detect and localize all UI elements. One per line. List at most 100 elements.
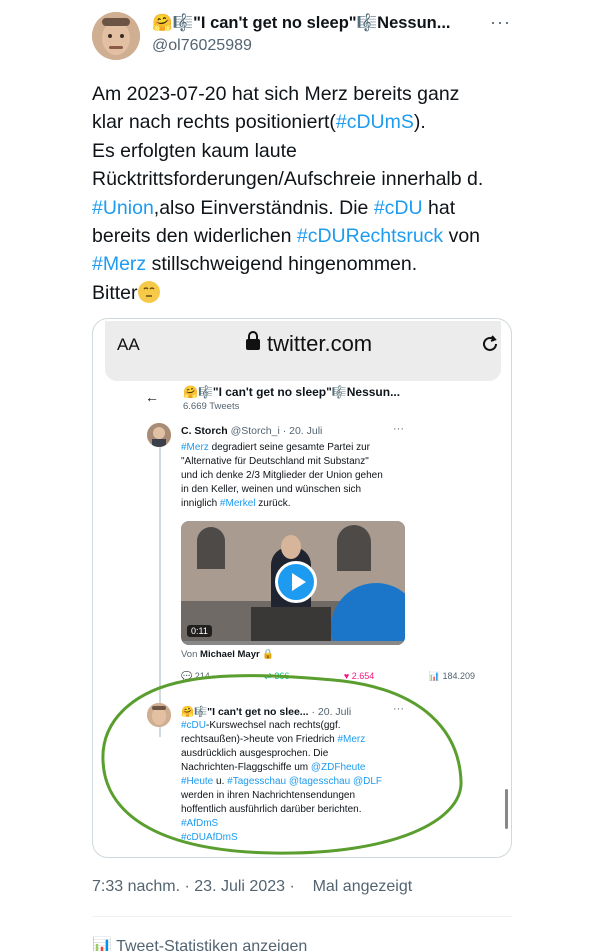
embedded-thread: ← 🤗🎼"I can't get no sleep"🎼Nessun... 6.6… bbox=[93, 381, 511, 857]
more-options-icon: ··· bbox=[393, 703, 404, 715]
tweet-line: Es erfolgten kaum laute bbox=[92, 137, 512, 165]
tweet1-line: "Alternative für Deutschland mit Substan… bbox=[181, 456, 369, 467]
retweet-icon: ⇄ 366 bbox=[264, 671, 290, 681]
tweet2-line: #cDU-Kurswechsel nach rechts(ggf. bbox=[181, 720, 341, 731]
from-label: Von bbox=[181, 649, 198, 660]
browser-url: twitter.com bbox=[245, 331, 372, 357]
tweet-line: Bitter bbox=[92, 279, 512, 307]
hashtag-link[interactable]: #Union bbox=[92, 197, 154, 219]
hashtag: #Merz bbox=[181, 442, 209, 453]
scrollbar bbox=[505, 789, 508, 829]
video-progress-bar bbox=[181, 641, 405, 645]
video-window bbox=[197, 527, 225, 569]
video-duration: 0:11 bbox=[187, 625, 212, 637]
browser-url-bar: AA twitter.com bbox=[105, 321, 501, 381]
tweet2-line: Nachrichten-Flaggschiffe um @ZDFheute bbox=[181, 762, 366, 773]
avatar bbox=[147, 703, 171, 727]
mention: @ZDFheute bbox=[310, 762, 366, 773]
tweet2-line: werden in ihren Nachrichtensendungen bbox=[181, 790, 356, 801]
tweet-line: bereits den widerlichen #cDURechtsruck v… bbox=[92, 222, 512, 250]
tweet1-author: C. Storch @Storch_i · 20. Juli bbox=[181, 425, 322, 437]
like-icon: ♥ 2.654 bbox=[343, 671, 375, 681]
video-podium bbox=[251, 607, 331, 645]
video-speaker-head bbox=[281, 535, 301, 559]
avatar bbox=[147, 423, 171, 447]
reload-icon bbox=[479, 333, 501, 361]
text-segment: Am 2023-07-20 hat sich Merz bereits ganz bbox=[92, 83, 460, 105]
tweet1-line: #Merz degradiert seine gesamte Partei zu… bbox=[181, 442, 370, 453]
tweet-stats-link[interactable]: 📊 Tweet-Statistiken anzeigen bbox=[92, 936, 307, 951]
reply-icon: 💬 214 bbox=[181, 671, 210, 681]
tweet2-name: 🤗🎼"I can't get no slee... bbox=[181, 706, 309, 718]
text-size-button: AA bbox=[117, 335, 140, 354]
back-arrow-icon: ← bbox=[145, 389, 159, 405]
mention: @tagesschau bbox=[288, 776, 351, 787]
play-icon bbox=[275, 561, 317, 603]
text-segment: ,also Einverständnis. Die bbox=[153, 196, 374, 219]
mention: @DLF bbox=[352, 776, 383, 787]
tweet1-name: C. Storch bbox=[181, 425, 228, 437]
text-segment: hat bbox=[422, 196, 456, 219]
tweet1-actions: 💬 214 ⇄ 366 ♥ 2.654 📊 184.209 ⇪ bbox=[181, 671, 511, 682]
text-segment: Rücktrittsforderungen/Aufschreie innerha… bbox=[92, 168, 484, 191]
thread-connector bbox=[159, 447, 161, 737]
tweet-line: klar nach rechts positioniert(#cDUmS). bbox=[92, 108, 512, 136]
views-text: Mal angezeigt bbox=[312, 878, 413, 895]
browser-url-text: twitter.com bbox=[267, 331, 373, 356]
hashtag: #Merz bbox=[337, 734, 366, 745]
views-icon: 📊 184.209 bbox=[428, 671, 476, 681]
tweet-line: Am 2023-07-20 hat sich Merz bereits ganz bbox=[92, 80, 512, 108]
text-segment: von bbox=[443, 225, 481, 248]
lock-icon bbox=[245, 331, 267, 357]
tweet1-line: in den Keller, weinen und wünschen sich bbox=[181, 484, 362, 495]
tweet2-line: #Heute u. #Tagesschau @tagesschau @DLF bbox=[181, 776, 383, 787]
tweet2-line: rechtsaußen)->heute von Friedrich #Merz bbox=[181, 734, 366, 745]
hashtag: #cDUAfDmS bbox=[181, 832, 238, 843]
tweet2-text: #cDU-Kurswechsel nach rechts(ggf. rechts… bbox=[181, 719, 409, 845]
retweet-count: 366 bbox=[274, 671, 290, 681]
video-window bbox=[337, 525, 371, 571]
text-segment: ). bbox=[413, 111, 426, 134]
view-count: 184.209 bbox=[442, 671, 476, 681]
video-thumbnail: 0:11 bbox=[181, 521, 405, 645]
hashtag: #cDU bbox=[181, 720, 207, 731]
attached-image[interactable]: AA twitter.com ← 🤗🎼"I can't get no sleep… bbox=[92, 318, 512, 858]
tweet2-line: hoffentlich ausführlich darüber berichte… bbox=[181, 804, 362, 815]
tweet2-author: 🤗🎼"I can't get no slee... · 20. Juli bbox=[181, 705, 351, 718]
hashtag-link[interactable]: #cDUmS bbox=[336, 111, 414, 133]
like-count: 2.654 bbox=[351, 671, 375, 681]
hashtag: #Tagesschau bbox=[227, 776, 287, 787]
text-segment: stillschweigend hingenommen. bbox=[146, 253, 418, 276]
embedded-header-name: 🤗🎼"I can't get no sleep"🎼Nessun... bbox=[183, 385, 401, 399]
reply-count: 214 bbox=[194, 671, 210, 681]
timestamp-text[interactable]: 7:33 nachm. · 23. Juli 2023 · bbox=[92, 878, 295, 895]
tweet1-line: und ich denke 2/3 Mitglieder der Union g… bbox=[181, 470, 383, 481]
badge-icon: 🔒 bbox=[262, 649, 275, 660]
tweet-line: #Union,also Einverständnis. Die #cDU hat bbox=[92, 194, 512, 222]
tweet1-line: inniglich #Merkel zurück. bbox=[181, 498, 291, 509]
tweet1-meta: @Storch_i · 20. Juli bbox=[230, 425, 323, 437]
hashtag: #Heute bbox=[181, 776, 214, 787]
divider bbox=[92, 916, 512, 917]
tweet-line: #Merz stillschweigend hingenommen. bbox=[92, 250, 512, 278]
author-display-name[interactable]: 🤗🎼"I can't get no sleep"🎼Nessun... bbox=[152, 14, 451, 33]
hashtag-link[interactable]: #cDU bbox=[374, 197, 423, 219]
tweet-text: Am 2023-07-20 hat sich Merz bereits ganz… bbox=[92, 80, 512, 307]
text-segment: Es erfolgten kaum laute bbox=[92, 139, 297, 162]
embedded-tweet-count: 6.669 Tweets bbox=[183, 401, 240, 412]
tweet1-text: #Merz degradiert seine gesamte Partei zu… bbox=[181, 441, 409, 511]
stats-label[interactable]: Tweet-Statistiken anzeigen bbox=[116, 938, 307, 951]
more-options-icon: ··· bbox=[393, 423, 404, 435]
tweet2-line: ausdrücklich ausgesprochen. Die bbox=[181, 748, 329, 759]
stats-icon: 📊 bbox=[92, 938, 112, 951]
hashtag-link[interactable]: #Merz bbox=[92, 253, 146, 275]
text-segment: klar nach rechts positioniert( bbox=[92, 111, 336, 134]
more-options-icon[interactable]: ··· bbox=[490, 12, 511, 33]
face-emoji-icon bbox=[137, 280, 160, 303]
tweet-timestamp[interactable]: 7:33 nachm. · 23. Juli 2023 · Mal angeze… bbox=[92, 878, 412, 896]
hashtag-link[interactable]: #cDURechtsruck bbox=[297, 225, 443, 247]
author-handle[interactable]: @ol76025989 bbox=[152, 37, 252, 55]
author-avatar[interactable] bbox=[92, 12, 140, 60]
hashtag: #AfDmS bbox=[181, 818, 219, 829]
from-name: Michael Mayr bbox=[200, 649, 260, 660]
